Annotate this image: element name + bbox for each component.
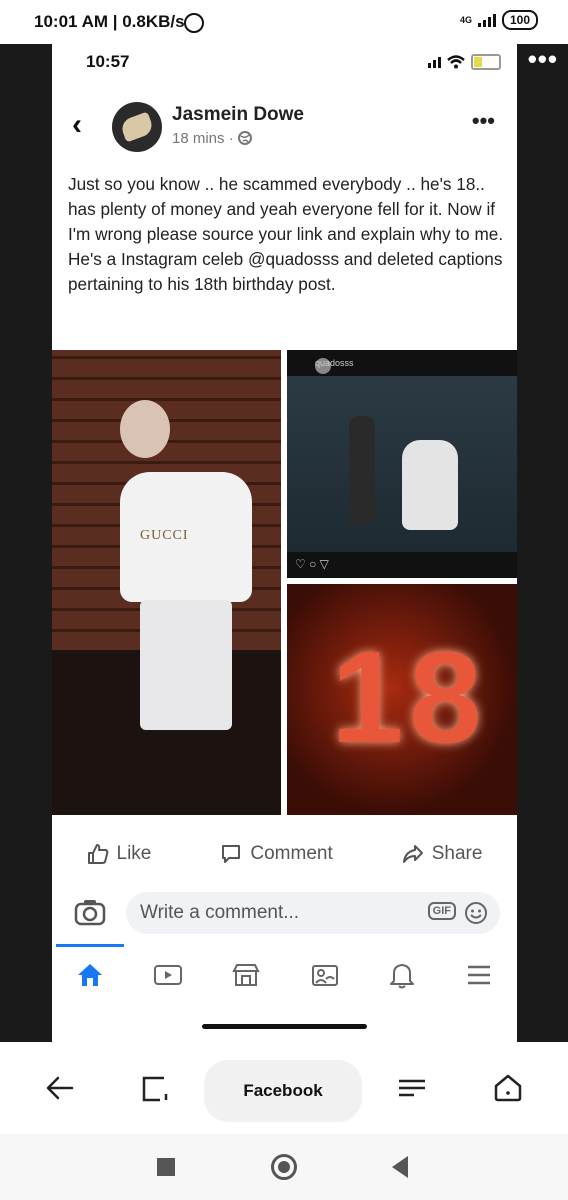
phone-status-bar: 10:57: [52, 44, 517, 78]
ig-header: quadosss: [287, 350, 517, 376]
menu-icon[interactable]: [465, 963, 493, 987]
thumbs-up-icon: [87, 844, 108, 864]
emoji-icon[interactable]: [464, 901, 488, 925]
phone-signal-icon: [428, 56, 441, 68]
post-caption: Just so you know .. he scammed everybody…: [68, 174, 504, 294]
comment-icon: [222, 845, 241, 863]
dancer-woman: [402, 440, 458, 530]
watch-icon[interactable]: [153, 962, 183, 988]
android-nav-bar: [0, 1134, 568, 1200]
phone-battery-icon: [471, 54, 501, 70]
settings-icon[interactable]: [396, 1072, 428, 1104]
back-arrow-icon[interactable]: ‹: [72, 110, 82, 140]
active-tab-indicator: [56, 944, 124, 947]
post-more-icon[interactable]: •••: [472, 108, 495, 134]
back-icon[interactable]: [44, 1072, 76, 1104]
battery-indicator: 100: [501, 10, 538, 30]
screenshot-viewer: ••• 10:57 ‹ Jasmein Dowe 18 mins · ••• J…: [0, 44, 568, 1042]
recents-icon[interactable]: [157, 1158, 175, 1176]
number-sign: 18: [331, 624, 488, 770]
camera-icon[interactable]: [74, 898, 106, 926]
share-button[interactable]: Share: [402, 843, 483, 865]
system-status-bar: 10:01 AM | 0.8KB/s 4G 100: [0, 0, 568, 44]
browser-toolbar: Facebook: [0, 1042, 568, 1134]
groups-icon[interactable]: [310, 962, 340, 988]
hoodie-logo: GUCCI: [140, 528, 189, 543]
notifications-icon[interactable]: [388, 961, 416, 989]
post-actions: Like Comment Share: [52, 834, 517, 874]
figure-head: [120, 400, 170, 458]
photo-boy-gucci[interactable]: GUCCI: [52, 350, 281, 815]
gif-button[interactable]: GIF: [427, 902, 456, 920]
comment-placeholder: Write a comment...: [140, 902, 300, 923]
signal-icon: [477, 13, 496, 27]
ig-username: quadosss: [315, 358, 354, 368]
photo-birthday-18[interactable]: 18: [287, 584, 517, 815]
avatar[interactable]: [112, 102, 162, 152]
alarm-icon: [184, 13, 204, 33]
phone-status-indicators: [428, 54, 501, 70]
share-label: Share: [431, 843, 483, 864]
back-triangle-icon[interactable]: [392, 1156, 408, 1178]
embedded-phone-screenshot: 10:57 ‹ Jasmein Dowe 18 mins · ••• Just …: [52, 44, 517, 1042]
home-icon[interactable]: [76, 962, 104, 988]
marketplace-icon[interactable]: [231, 962, 261, 988]
dancer-boy: [349, 416, 375, 526]
phone-status-time: 10:57: [86, 52, 130, 71]
home-button-icon[interactable]: [271, 1154, 297, 1180]
post-media-grid[interactable]: GUCCI quadosss ♡ ○ ▽ 18: [52, 350, 517, 815]
globe-icon: [237, 131, 252, 145]
status-time: 10:01 AM | 0.8KB/s: [34, 12, 185, 31]
ig-action-icons: ♡ ○ ▽: [295, 557, 329, 571]
post-time: 18 mins ·: [172, 130, 234, 147]
network-label: 4G: [459, 15, 472, 25]
home-outline-icon[interactable]: [492, 1072, 524, 1104]
ig-photo: [287, 376, 517, 552]
figure-pants: [140, 600, 232, 730]
comment-button[interactable]: Comment: [220, 843, 333, 865]
post-author[interactable]: Jasmein Dowe: [172, 104, 304, 126]
like-button[interactable]: Like: [87, 843, 152, 865]
share-arrow-icon: [402, 845, 423, 863]
comment-label: Comment: [250, 843, 333, 864]
viewer-more-icon[interactable]: •••: [528, 44, 558, 75]
ig-footer: ♡ ○ ▽: [287, 552, 517, 578]
home-indicator: [202, 1024, 367, 1029]
like-label: Like: [116, 843, 152, 864]
comment-input[interactable]: Write a comment... GIF: [126, 892, 500, 934]
facebook-tab-bar: [52, 950, 517, 1000]
post-meta: 18 mins ·: [172, 130, 252, 147]
site-title[interactable]: Facebook: [204, 1060, 362, 1122]
photo-instagram-dance[interactable]: quadosss ♡ ○ ▽: [287, 350, 517, 578]
wifi-icon: [447, 55, 465, 69]
tabs-icon[interactable]: [140, 1072, 172, 1104]
comment-composer: Write a comment... GIF: [52, 886, 517, 942]
post-header: ‹ Jasmein Dowe 18 mins · •••: [52, 96, 517, 158]
